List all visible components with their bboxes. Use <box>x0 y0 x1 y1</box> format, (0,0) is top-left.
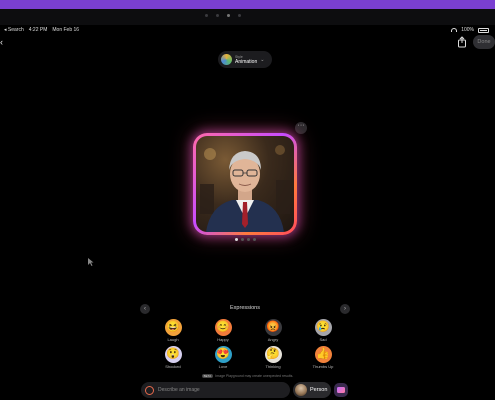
chevron-down-icon: ⌄ <box>260 56 265 63</box>
expression-emoji-icon: 👍 <box>314 346 332 363</box>
handle-dot <box>205 14 208 17</box>
expression-laugh[interactable]: 😆 Laugh <box>148 319 198 342</box>
gallery-icon <box>337 387 345 393</box>
playground-icon <box>145 385 154 395</box>
disclaimer: BETA Image Playground may create unexpect… <box>0 374 495 378</box>
style-swatch-icon <box>221 54 232 65</box>
person-button[interactable]: Person <box>293 382 331 398</box>
status-bar-right: 100% <box>451 27 489 33</box>
wifi-icon <box>451 28 458 32</box>
expression-emoji-icon: 😡 <box>264 319 282 336</box>
expression-angry[interactable]: 😡 Angry <box>248 319 298 342</box>
expressions-grid: 😆 Laugh 😊 Happy 😡 Angry 😢 Sad 😲 Shocked 😍 Love 🤔 Thin… <box>148 319 348 369</box>
expression-thumbs-up[interactable]: 👍 Thumbs Up <box>298 346 348 369</box>
more-options-button[interactable]: ··· <box>295 122 307 134</box>
beta-badge: BETA <box>201 374 214 378</box>
back-to-app-link[interactable]: ◂ Search <box>4 27 24 33</box>
expression-emoji-icon: 🤔 <box>264 346 282 363</box>
expression-emoji-icon: 😲 <box>164 346 182 363</box>
expressions-title: Expressions <box>230 305 260 311</box>
expression-emoji-icon: 😍 <box>214 346 232 363</box>
expression-emoji-icon: 😢 <box>314 319 332 336</box>
multitasking-handle[interactable] <box>205 14 241 17</box>
gallery-button[interactable] <box>334 383 348 397</box>
window-accent-bar <box>0 0 495 9</box>
expression-label: Shocked <box>165 364 181 369</box>
person-avatar <box>295 384 307 396</box>
expression-label: Thinking <box>265 364 281 369</box>
handle-dot <box>238 14 241 17</box>
done-button[interactable]: Done <box>473 35 495 49</box>
expressions-header: ‹ Expressions › <box>140 304 350 316</box>
battery-percent: 100% <box>461 27 474 33</box>
style-value: Animation <box>235 58 258 65</box>
status-bar-left: ◂ Search 4:22 PM Mon Feb 16 <box>4 27 79 33</box>
expression-shocked[interactable]: 😲 Shocked <box>148 346 198 369</box>
page-dot <box>235 238 238 241</box>
expression-label: Happy <box>217 337 229 342</box>
back-button[interactable]: ‹ <box>0 37 10 47</box>
expression-sad[interactable]: 😢 Sad <box>298 319 348 342</box>
expression-emoji-icon: 😆 <box>164 319 182 336</box>
page-dot <box>247 238 250 241</box>
portrait-illustration <box>200 145 290 232</box>
back-app-label: Search <box>7 27 24 33</box>
expression-label: Laugh <box>167 337 179 342</box>
generated-image <box>196 136 294 232</box>
disclaimer-text: Image Playground may create unexpected r… <box>215 374 294 378</box>
share-button[interactable] <box>455 35 469 49</box>
window-top-strip <box>0 9 495 25</box>
pointer-cursor-icon <box>88 258 94 266</box>
page-dot <box>253 238 256 241</box>
expression-label: Thumbs Up <box>312 364 334 369</box>
style-picker[interactable]: Style Animation ⌄ <box>218 51 272 68</box>
prompt-field[interactable] <box>141 382 290 398</box>
expression-label: Love <box>218 364 228 369</box>
expression-thinking[interactable]: 🤔 Thinking <box>248 346 298 369</box>
expression-love[interactable]: 😍 Love <box>198 346 248 369</box>
next-suggestions-button[interactable]: › <box>340 304 350 314</box>
style-text: Style Animation <box>235 55 257 65</box>
status-time: 4:22 PM <box>28 27 48 33</box>
expression-label: Angry <box>267 337 279 342</box>
handle-dot <box>227 14 230 17</box>
expression-label: Sad <box>319 337 327 342</box>
share-icon <box>458 36 466 48</box>
handle-dot <box>216 14 219 17</box>
expression-happy[interactable]: 😊 Happy <box>198 319 248 342</box>
page-indicator[interactable] <box>235 238 256 241</box>
expression-emoji-icon: 😊 <box>214 319 232 336</box>
battery-icon <box>478 27 489 33</box>
generated-image-frame[interactable] <box>193 133 297 235</box>
person-label: Person <box>310 387 328 393</box>
describe-image-input[interactable] <box>158 387 278 393</box>
page-dot <box>241 238 244 241</box>
status-date: Mon Feb 16 <box>52 27 80 33</box>
